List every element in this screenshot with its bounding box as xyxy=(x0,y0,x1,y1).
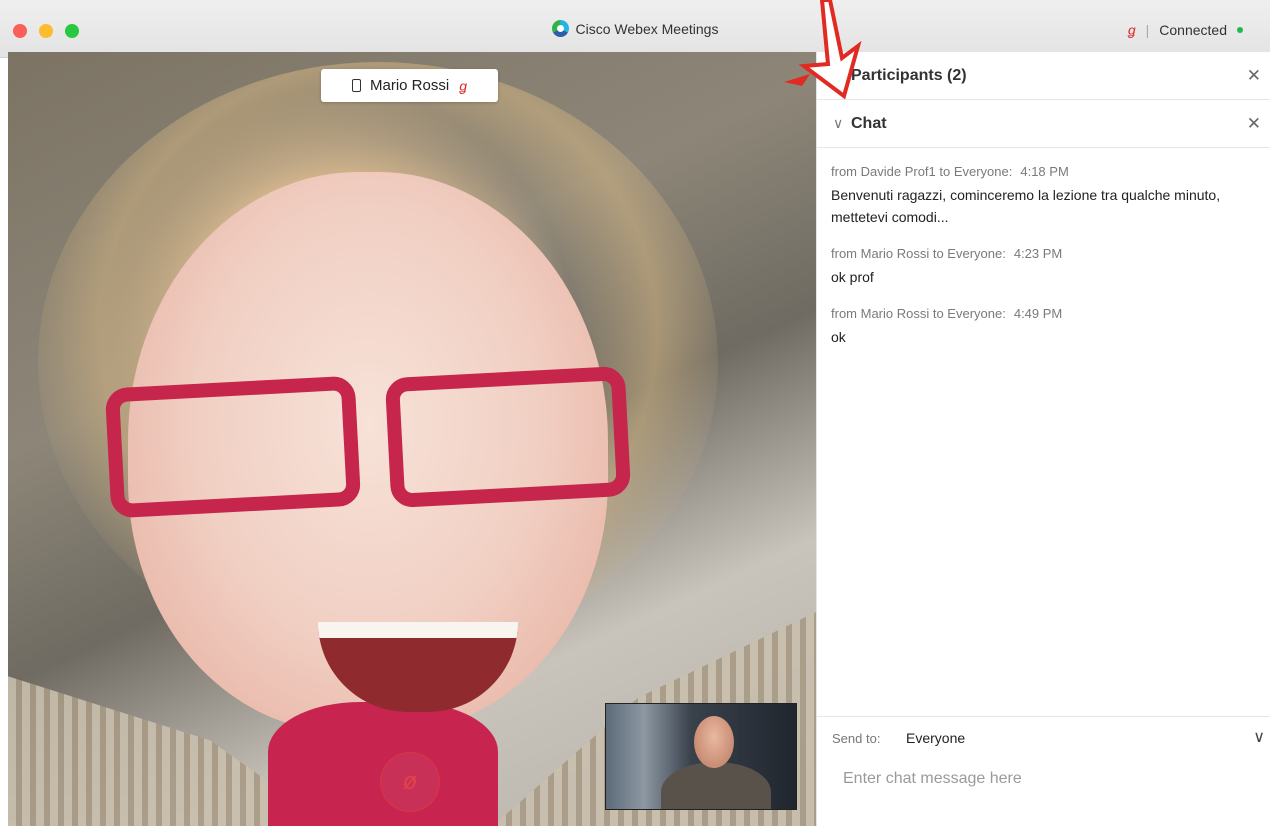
chat-message-meta: from Mario Rossi to Everyone: 4:23 PM xyxy=(831,244,1261,264)
chat-message: from Davide Prof1 to Everyone: 4:18 PM Be… xyxy=(831,162,1261,228)
phone-icon xyxy=(352,79,361,92)
participant-name-tag: Mario Rossi ǥ xyxy=(321,69,498,102)
window-title-area: Cisco Webex Meetings xyxy=(0,20,1270,37)
mic-muted-icon: ǥ xyxy=(459,77,467,94)
chat-message-text: Benvenuti ragazzi, cominceremo la lezion… xyxy=(831,187,1221,225)
annotation-arrow-icon xyxy=(784,0,862,100)
chevron-down-icon[interactable]: ∨ xyxy=(1253,727,1265,747)
status-separator: | xyxy=(1145,22,1150,38)
send-to-label: Send to: xyxy=(832,731,881,746)
send-to-dropdown[interactable]: Everyone xyxy=(906,730,965,746)
chat-message-meta: from Davide Prof1 to Everyone: 4:18 PM xyxy=(831,162,1261,182)
video-content-glasses-right xyxy=(384,365,632,509)
close-participants-button[interactable]: ✕ xyxy=(1247,66,1261,86)
chat-message-sender: from Mario Rossi to Everyone: xyxy=(831,306,1006,321)
connection-status: Connected xyxy=(1159,22,1227,38)
mic-muted-icon[interactable]: ǥ xyxy=(1128,22,1136,38)
connected-indicator-icon xyxy=(1237,27,1243,33)
title-bar: Cisco Webex Meetings ǥ | Connected xyxy=(0,0,1270,58)
mic-muted-icon: ø xyxy=(402,768,418,795)
chat-message-text: ok xyxy=(831,329,846,345)
chat-message-input[interactable] xyxy=(843,765,1243,793)
side-panel: > Participants (2) ✕ ∨ Chat ✕ from David… xyxy=(816,52,1270,826)
participant-name: Mario Rossi xyxy=(370,77,450,94)
self-view-video[interactable] xyxy=(605,703,797,810)
connection-status-area: ǥ | Connected xyxy=(1128,22,1243,38)
chat-message-time: 4:18 PM xyxy=(1020,164,1069,179)
chevron-down-icon: ∨ xyxy=(833,115,844,131)
chat-title: Chat xyxy=(851,114,887,132)
window-title: Cisco Webex Meetings xyxy=(575,21,719,37)
chat-message-sender: from Davide Prof1 to Everyone: xyxy=(831,164,1013,179)
self-view-content-body xyxy=(661,762,771,809)
chat-message-sender: from Mario Rossi to Everyone: xyxy=(831,246,1006,261)
video-content-scarf xyxy=(268,702,498,826)
unmute-button[interactable]: ø xyxy=(380,752,440,812)
close-chat-button[interactable]: ✕ xyxy=(1247,114,1261,134)
chat-message-time: 4:49 PM xyxy=(1013,306,1063,321)
chat-composer: Send to: Everyone ∨ xyxy=(817,716,1270,826)
chat-message: from Mario Rossi to Everyone: 4:23 PM ok … xyxy=(831,244,1261,288)
chat-message-text: ok prof xyxy=(831,269,874,285)
chat-message: from Mario Rossi to Everyone: 4:49 PM ok xyxy=(831,304,1261,348)
chat-message-meta: from Mario Rossi to Everyone: 4:49 PM xyxy=(831,304,1261,324)
video-content-glasses-left xyxy=(104,375,362,519)
webex-logo-icon xyxy=(551,20,569,37)
self-view-content-head xyxy=(694,716,734,768)
chat-message-list[interactable]: from Davide Prof1 to Everyone: 4:18 PM Be… xyxy=(831,162,1261,364)
chat-message-time: 4:23 PM xyxy=(1013,246,1063,261)
